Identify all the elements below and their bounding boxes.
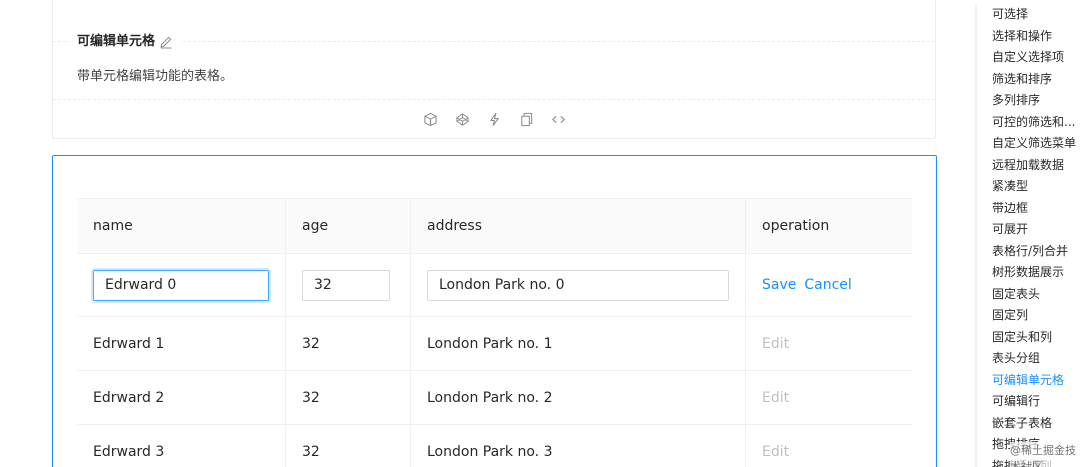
cell-name [77, 253, 286, 317]
cell-address[interactable]: London Park no. 2 [410, 370, 746, 425]
editable-table: name age address operation Save [77, 198, 912, 467]
cancel-link[interactable]: Cancel [804, 277, 851, 293]
anchor-item[interactable]: 嵌套子表格 [975, 413, 1080, 435]
column-header-name: name [77, 198, 286, 254]
code-expand-icon[interactable] [550, 111, 566, 127]
anchor-item[interactable]: 可控的筛选和... [975, 112, 1080, 134]
cell-age[interactable]: 32 [285, 370, 411, 425]
column-header-operation: operation [745, 198, 912, 254]
codepen-icon[interactable] [454, 111, 470, 127]
anchor-item[interactable]: 可编辑行 [975, 391, 1080, 413]
name-input[interactable] [93, 269, 269, 301]
age-input[interactable] [302, 269, 390, 301]
table-row: Edrward 3 32 London Park no. 3 Edit [77, 424, 912, 467]
anchor-item[interactable]: 紧凑型 [975, 176, 1080, 198]
column-header-age: age [285, 198, 411, 254]
address-input[interactable] [427, 269, 729, 301]
cell-age[interactable]: 32 [285, 316, 411, 371]
table-row-editing: Save Cancel [77, 253, 912, 317]
table-header-row: name age address operation [77, 198, 912, 254]
cell-name[interactable]: Edrward 2 [77, 370, 286, 425]
demo-actions [53, 108, 935, 130]
copy-icon[interactable] [518, 111, 534, 127]
table-row: Edrward 1 32 London Park no. 1 Edit [77, 316, 912, 371]
anchor-item[interactable]: 远程加载数据 [975, 155, 1080, 177]
anchor-item[interactable]: 固定列 [975, 305, 1080, 327]
stackblitz-icon[interactable] [486, 111, 502, 127]
demo-title-text: 可编辑单元格 [77, 34, 156, 49]
anchor-rail [975, 4, 977, 467]
anchor-item[interactable]: 自定义筛选菜单 [975, 133, 1080, 155]
actions-divider [53, 99, 935, 100]
demo-description: 带单元格编辑功能的表格。 [77, 69, 234, 84]
cell-address[interactable]: London Park no. 1 [410, 316, 746, 371]
cell-name[interactable]: Edrward 1 [77, 316, 286, 371]
operation-links: Save Cancel [762, 277, 896, 293]
anchor-item[interactable]: 筛选和排序 [975, 69, 1080, 91]
demo-title: 可编辑单元格 [69, 34, 182, 50]
edit-pen-icon[interactable] [159, 35, 173, 49]
anchor-item[interactable]: 可编辑单元格 [975, 369, 1080, 391]
anchor-item[interactable]: 表格行/列合并 [975, 241, 1080, 263]
anchor-item[interactable]: 多列排序 [975, 90, 1080, 112]
anchor-items: 可选择 选择和操作 自定义选择项 筛选和排序 多列排序 可控的筛选和... 自定义筛选菜单远… [975, 4, 1080, 467]
cell-operation: Save Cancel [745, 253, 912, 317]
codesandbox-icon[interactable] [422, 111, 438, 127]
anchor-item[interactable]: 可展开 [975, 219, 1080, 241]
watermark: @稀土掘金技术社区 [1010, 442, 1080, 467]
anchor-item[interactable]: 固定头和列 [975, 327, 1080, 349]
anchor-item[interactable]: 表头分组 [975, 348, 1080, 370]
cell-operation: Edit [745, 316, 912, 371]
anchor-nav: 可选择 选择和操作 自定义选择项 筛选和排序 多列排序 可控的筛选和... 自定义筛选菜单远… [975, 4, 1080, 467]
save-link[interactable]: Save [762, 277, 796, 293]
anchor-item[interactable]: 可选择 [975, 4, 1080, 26]
cell-age [285, 253, 411, 317]
cell-age[interactable]: 32 [285, 424, 411, 467]
cell-operation: Edit [745, 424, 912, 467]
anchor-item[interactable]: 带边框 [975, 198, 1080, 220]
anchor-item[interactable]: 树形数据展示 [975, 262, 1080, 284]
anchor-item[interactable]: 固定表头 [975, 284, 1080, 306]
cell-address[interactable]: London Park no. 3 [410, 424, 746, 467]
anchor-item[interactable]: 选择和操作 [975, 26, 1080, 48]
demo-card-previous: 可编辑单元格 带单元格编辑功能的表格。 [52, 0, 936, 139]
editable-cell-demo: name age address operation Save [52, 155, 937, 467]
edit-link[interactable]: Edit [762, 390, 789, 406]
anchor-item[interactable]: 自定义选择项 [975, 47, 1080, 69]
meta-divider [53, 41, 935, 42]
edit-link[interactable]: Edit [762, 444, 789, 460]
cell-name[interactable]: Edrward 3 [77, 424, 286, 467]
cell-address [410, 253, 746, 317]
edit-link[interactable]: Edit [762, 336, 789, 352]
cell-operation: Edit [745, 370, 912, 425]
column-header-address: address [410, 198, 746, 254]
table-row: Edrward 2 32 London Park no. 2 Edit [77, 370, 912, 425]
